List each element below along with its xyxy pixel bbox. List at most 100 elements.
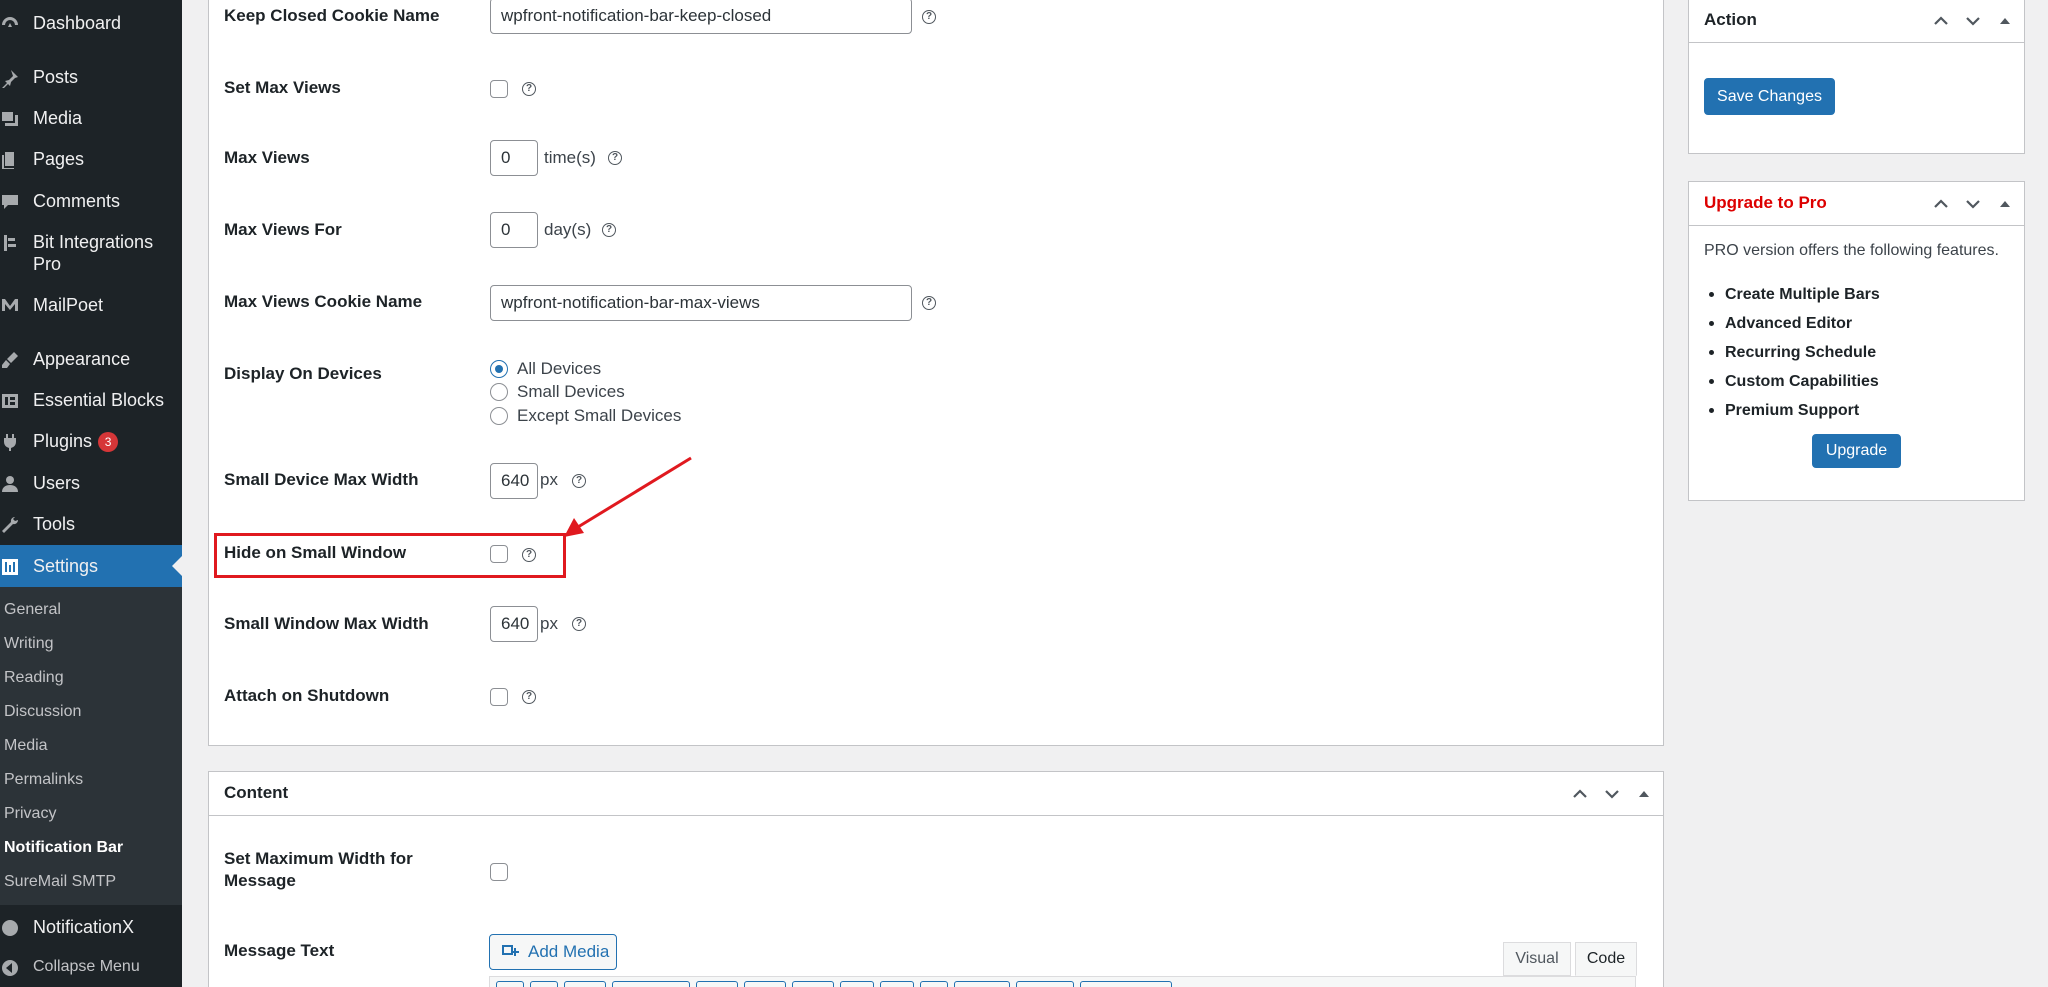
list-item: Create Multiple Bars xyxy=(1709,280,1880,309)
move-up-button[interactable] xyxy=(1928,194,1954,214)
quicktag-button[interactable] xyxy=(880,981,914,987)
submenu-item-suremail-smtp[interactable]: SureMail SMTP xyxy=(4,872,116,892)
small-device-max-width-unit: px xyxy=(540,470,558,489)
small-window-max-width-input[interactable]: 640 xyxy=(490,606,538,642)
radio-except-small-devices[interactable] xyxy=(490,407,508,425)
set-max-width-checkbox[interactable] xyxy=(490,863,508,881)
submenu-item-reading[interactable]: Reading xyxy=(4,668,64,688)
submenu-item-general[interactable]: General xyxy=(4,600,61,620)
move-down-button[interactable] xyxy=(1599,784,1625,804)
quicktag-button[interactable] xyxy=(954,981,1010,987)
max-views-input[interactable]: 0 xyxy=(490,140,538,176)
upgrade-button[interactable]: Upgrade xyxy=(1812,434,1901,468)
radio-all-devices[interactable] xyxy=(490,360,508,378)
mailpoet-icon xyxy=(0,294,22,318)
add-media-button[interactable]: Add Media xyxy=(489,934,617,970)
help-icon[interactable]: ? xyxy=(922,10,936,24)
brush-icon xyxy=(0,348,22,372)
quicktag-button[interactable] xyxy=(744,981,786,987)
comment-icon xyxy=(0,190,22,214)
tab-code[interactable]: Code xyxy=(1575,942,1637,976)
sidebar-item-label: Plugins 3 xyxy=(33,430,173,452)
notificationx-icon xyxy=(0,916,22,940)
toggle-panel-button[interactable] xyxy=(1992,194,2018,214)
help-icon[interactable]: ? xyxy=(602,223,616,237)
wrench-icon xyxy=(0,513,22,537)
user-icon xyxy=(0,472,22,496)
sidebar-item-label: Bit Integrations Pro xyxy=(33,232,154,274)
radio-label-all-devices: All Devices xyxy=(517,359,602,378)
sidebar-item-label: Pages xyxy=(33,149,85,169)
max-views-label: Max Views xyxy=(224,148,310,167)
admin-sidebar: Dashboard Posts Media Pages Comments Bit… xyxy=(0,0,182,987)
quicktag-button[interactable] xyxy=(792,981,834,987)
chevron-up-icon xyxy=(1934,199,1948,208)
tab-visual[interactable]: Visual xyxy=(1503,942,1571,976)
submenu-item-writing[interactable]: Writing xyxy=(4,634,54,654)
save-changes-button[interactable]: Save Changes xyxy=(1704,78,1835,115)
current-menu-arrow xyxy=(172,556,182,576)
attach-shutdown-checkbox[interactable] xyxy=(490,688,508,706)
submenu-item-discussion[interactable]: Discussion xyxy=(4,702,81,722)
pro-feature-list: Create Multiple Bars Advanced Editor Rec… xyxy=(1709,280,1880,425)
small-window-max-width-label: Small Window Max Width xyxy=(224,614,429,633)
upgrade-box: Upgrade to Pro PRO version offers the fo… xyxy=(1688,181,2025,501)
small-device-max-width-input[interactable]: 640 xyxy=(490,463,538,499)
dashboard-icon xyxy=(0,12,22,36)
move-down-button[interactable] xyxy=(1960,11,1986,31)
quicktag-button[interactable] xyxy=(1016,981,1074,987)
help-icon[interactable]: ? xyxy=(922,296,936,310)
submenu-item-privacy[interactable]: Privacy xyxy=(4,804,56,824)
keep-closed-cookie-input[interactable]: wpfront-notification-bar-keep-closed xyxy=(490,0,912,34)
toggle-panel-button[interactable] xyxy=(1631,784,1657,804)
quicktag-button[interactable] xyxy=(496,981,524,987)
help-icon[interactable]: ? xyxy=(608,151,622,165)
sidebar-item-settings[interactable]: Settings xyxy=(0,545,182,587)
list-item: Advanced Editor xyxy=(1709,309,1880,338)
help-icon[interactable]: ? xyxy=(522,548,536,562)
max-views-cookie-input[interactable]: wpfront-notification-bar-max-views xyxy=(490,285,912,321)
add-media-label: Add Media xyxy=(528,942,610,961)
radio-label-except-small-devices: Except Small Devices xyxy=(517,406,682,425)
quicktag-button[interactable] xyxy=(920,981,948,987)
submenu-item-permalinks[interactable]: Permalinks xyxy=(4,770,83,790)
settings-icon xyxy=(0,555,22,579)
move-down-button[interactable] xyxy=(1960,194,1986,214)
action-box-title: Action xyxy=(1704,10,1757,29)
action-box: Action Save Changes xyxy=(1688,0,2025,154)
set-max-views-checkbox[interactable] xyxy=(490,80,508,98)
radio-small-devices[interactable] xyxy=(490,383,508,401)
max-views-for-input[interactable]: 0 xyxy=(490,212,538,248)
editor-quicktags-toolbar xyxy=(489,976,1636,987)
box-controls xyxy=(1567,784,1657,804)
toggle-panel-button[interactable] xyxy=(1992,11,2018,31)
hide-small-window-label: Hide on Small Window xyxy=(224,543,407,562)
list-item: Recurring Schedule xyxy=(1709,338,1880,367)
upgrade-box-header: Upgrade to Pro xyxy=(1689,182,2024,226)
chevron-up-icon xyxy=(1934,16,1948,25)
triangle-up-icon xyxy=(2000,201,2010,207)
submenu-item-media[interactable]: Media xyxy=(4,736,48,756)
quicktag-button[interactable] xyxy=(612,981,690,987)
sidebar-item-label: Dashboard xyxy=(33,13,122,33)
quicktag-button[interactable] xyxy=(564,981,606,987)
submenu-item-notification-bar[interactable]: Notification Bar xyxy=(4,838,123,858)
sidebar-item-label: MailPoet xyxy=(33,295,104,315)
blocks-icon xyxy=(0,389,22,413)
hide-small-window-checkbox[interactable] xyxy=(490,545,508,563)
help-icon[interactable]: ? xyxy=(522,690,536,704)
triangle-up-icon xyxy=(2000,18,2010,24)
quicktag-button[interactable] xyxy=(1080,981,1172,987)
move-up-button[interactable] xyxy=(1928,11,1954,31)
box-controls xyxy=(1928,194,2018,214)
bit-icon xyxy=(0,231,22,255)
annotation-arrow xyxy=(564,456,692,537)
help-icon[interactable]: ? xyxy=(572,617,586,631)
help-icon[interactable]: ? xyxy=(522,82,536,96)
quicktag-button[interactable] xyxy=(530,981,558,987)
chevron-down-icon xyxy=(1966,200,1980,209)
sidebar-item-label: Comments xyxy=(33,191,121,211)
quicktag-button[interactable] xyxy=(696,981,738,987)
move-up-button[interactable] xyxy=(1567,784,1593,804)
quicktag-button[interactable] xyxy=(840,981,874,987)
